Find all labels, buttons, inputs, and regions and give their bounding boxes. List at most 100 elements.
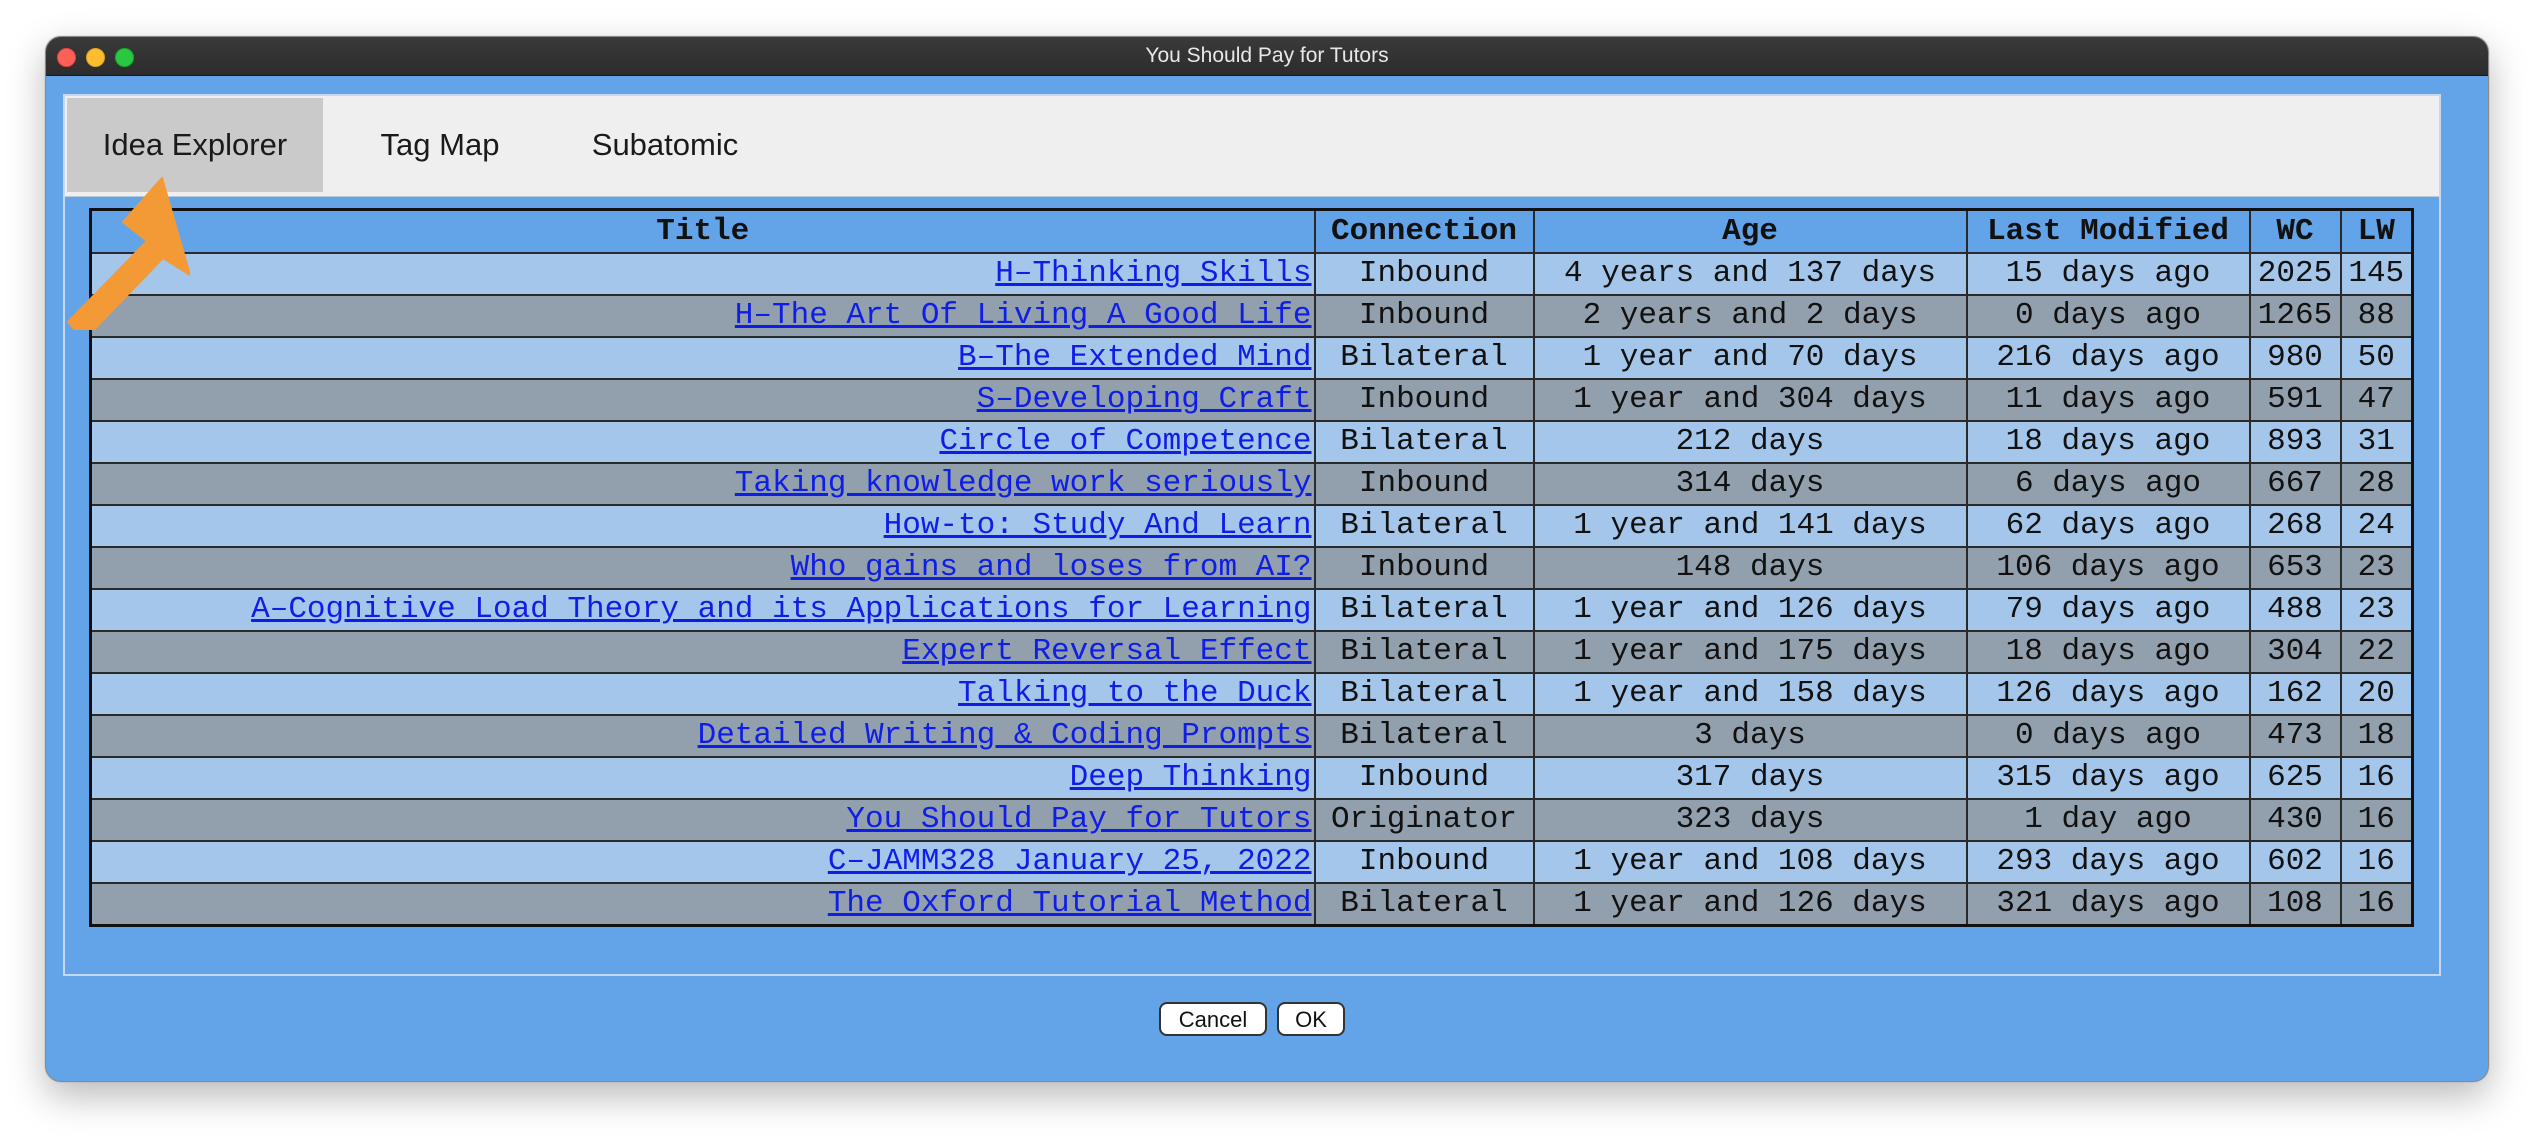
column-header-lw[interactable]: LW xyxy=(2339,208,2414,254)
tab-subatomic[interactable]: Subatomic xyxy=(565,98,765,192)
table-row: H–Thinking Skills Inbound 4 years and 13… xyxy=(89,252,2414,296)
note-link[interactable]: Circle of Competence xyxy=(939,424,1311,459)
wc-cell: 653 xyxy=(2248,546,2342,590)
note-link[interactable]: B–The Extended Mind xyxy=(958,340,1311,375)
table-row: Talking to the Duck Bilateral 1 year and… xyxy=(89,672,2414,716)
note-link[interactable]: Who gains and loses from AI? xyxy=(791,550,1312,585)
main-panel: Idea Explorer Tag Map Subatomic Title Co… xyxy=(63,94,2441,976)
title-cell: B–The Extended Mind xyxy=(89,336,1316,380)
note-link[interactable]: Detailed Writing & Coding Prompts xyxy=(698,718,1312,753)
lw-cell: 18 xyxy=(2339,714,2414,758)
title-cell: Detailed Writing & Coding Prompts xyxy=(89,714,1316,758)
last-modified-cell: 216 days ago xyxy=(1965,336,2251,380)
note-link[interactable]: You Should Pay for Tutors xyxy=(846,802,1311,837)
connection-cell: Inbound xyxy=(1313,462,1535,506)
title-cell: Who gains and loses from AI? xyxy=(89,546,1316,590)
tab-tag-map[interactable]: Tag Map xyxy=(365,98,515,192)
title-cell: H–The Art Of Living A Good Life xyxy=(89,294,1316,338)
wc-cell: 473 xyxy=(2248,714,2342,758)
wc-cell: 268 xyxy=(2248,504,2342,548)
age-cell: 148 days xyxy=(1532,546,1968,590)
age-cell: 4 years and 137 days xyxy=(1532,252,1968,296)
note-link[interactable]: S–Developing Craft xyxy=(977,382,1312,417)
wc-cell: 2025 xyxy=(2248,252,2342,296)
note-link[interactable]: C–JAMM328 January 25, 2022 xyxy=(828,844,1312,879)
age-cell: 314 days xyxy=(1532,462,1968,506)
title-cell: Taking knowledge work seriously xyxy=(89,462,1316,506)
connection-cell: Bilateral xyxy=(1313,714,1535,758)
table-row: You Should Pay for Tutors Originator 323… xyxy=(89,798,2414,842)
wc-cell: 304 xyxy=(2248,630,2342,674)
table-row: H–The Art Of Living A Good Life Inbound … xyxy=(89,294,2414,338)
note-link[interactable]: The Oxford Tutorial Method xyxy=(828,886,1312,921)
lw-cell: 20 xyxy=(2339,672,2414,716)
title-cell: Circle of Competence xyxy=(89,420,1316,464)
table-row: Circle of Competence Bilateral 212 days … xyxy=(89,420,2414,464)
last-modified-cell: 62 days ago xyxy=(1965,504,2251,548)
lw-cell: 22 xyxy=(2339,630,2414,674)
note-link[interactable]: H–Thinking Skills xyxy=(995,256,1311,291)
last-modified-cell: 79 days ago xyxy=(1965,588,2251,632)
title-cell: Deep Thinking xyxy=(89,756,1316,800)
connection-cell: Inbound xyxy=(1313,252,1535,296)
table-row: C–JAMM328 January 25, 2022 Inbound 1 yea… xyxy=(89,840,2414,884)
title-bar[interactable]: You Should Pay for Tutors xyxy=(46,37,2488,76)
wc-cell: 893 xyxy=(2248,420,2342,464)
wc-cell: 980 xyxy=(2248,336,2342,380)
age-cell: 2 years and 2 days xyxy=(1532,294,1968,338)
age-cell: 1 year and 158 days xyxy=(1532,672,1968,716)
column-header-wc[interactable]: WC xyxy=(2248,208,2342,254)
column-header-last-modified[interactable]: Last Modified xyxy=(1965,208,2251,254)
cancel-button[interactable]: Cancel xyxy=(1159,1002,1267,1036)
note-link[interactable]: Talking to the Duck xyxy=(958,676,1311,711)
age-cell: 1 year and 175 days xyxy=(1532,630,1968,674)
note-link[interactable]: How-to: Study And Learn xyxy=(884,508,1312,543)
note-link[interactable]: Taking knowledge work seriously xyxy=(735,466,1312,501)
table-row: Deep Thinking Inbound 317 days 315 days … xyxy=(89,756,2414,800)
lw-cell: 16 xyxy=(2339,840,2414,884)
age-cell: 1 year and 304 days xyxy=(1532,378,1968,422)
table-row: S–Developing Craft Inbound 1 year and 30… xyxy=(89,378,2414,422)
last-modified-cell: 0 days ago xyxy=(1965,714,2251,758)
ideas-table: Title Connection Age Last Modified WC LW… xyxy=(89,208,2414,927)
wc-cell: 591 xyxy=(2248,378,2342,422)
table-row: B–The Extended Mind Bilateral 1 year and… xyxy=(89,336,2414,380)
column-header-age[interactable]: Age xyxy=(1532,208,1968,254)
title-cell: Talking to the Duck xyxy=(89,672,1316,716)
connection-cell: Inbound xyxy=(1313,840,1535,884)
connection-cell: Bilateral xyxy=(1313,420,1535,464)
last-modified-cell: 293 days ago xyxy=(1965,840,2251,884)
lw-cell: 47 xyxy=(2339,378,2414,422)
age-cell: 1 year and 108 days xyxy=(1532,840,1968,884)
table-row: The Oxford Tutorial Method Bilateral 1 y… xyxy=(89,882,2414,927)
note-link[interactable]: Deep Thinking xyxy=(1070,760,1312,795)
title-cell: C–JAMM328 January 25, 2022 xyxy=(89,840,1316,884)
last-modified-cell: 0 days ago xyxy=(1965,294,2251,338)
wc-cell: 667 xyxy=(2248,462,2342,506)
arrow-pointer-icon xyxy=(67,177,190,330)
column-header-title[interactable]: Title xyxy=(89,208,1316,254)
connection-cell: Inbound xyxy=(1313,546,1535,590)
table-row: A–Cognitive Load Theory and its Applicat… xyxy=(89,588,2414,632)
column-header-connection[interactable]: Connection xyxy=(1313,208,1535,254)
connection-cell: Bilateral xyxy=(1313,336,1535,380)
window-title: You Should Pay for Tutors xyxy=(1145,44,1389,67)
note-link[interactable]: H–The Art Of Living A Good Life xyxy=(735,298,1312,333)
last-modified-cell: 315 days ago xyxy=(1965,756,2251,800)
wc-cell: 1265 xyxy=(2248,294,2342,338)
age-cell: 317 days xyxy=(1532,756,1968,800)
last-modified-cell: 18 days ago xyxy=(1965,630,2251,674)
app-window: You Should Pay for Tutors Idea Explorer … xyxy=(45,36,2489,1082)
connection-cell: Bilateral xyxy=(1313,672,1535,716)
last-modified-cell: 11 days ago xyxy=(1965,378,2251,422)
table-row: Who gains and loses from AI? Inbound 148… xyxy=(89,546,2414,590)
table-row: Taking knowledge work seriously Inbound … xyxy=(89,462,2414,506)
ok-button[interactable]: OK xyxy=(1277,1002,1345,1036)
lw-cell: 31 xyxy=(2339,420,2414,464)
wc-cell: 108 xyxy=(2248,882,2342,927)
connection-cell: Bilateral xyxy=(1313,588,1535,632)
lw-cell: 16 xyxy=(2339,756,2414,800)
title-cell: Expert Reversal Effect xyxy=(89,630,1316,674)
note-link[interactable]: Expert Reversal Effect xyxy=(902,634,1311,669)
note-link[interactable]: A–Cognitive Load Theory and its Applicat… xyxy=(251,592,1311,627)
